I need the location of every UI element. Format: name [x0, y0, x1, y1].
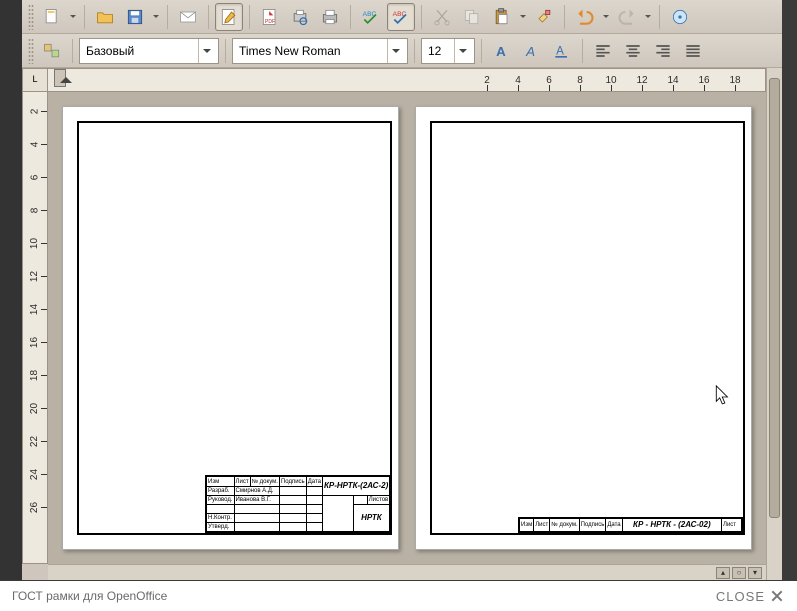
mail-button[interactable]: [174, 3, 202, 31]
open-button[interactable]: [91, 3, 119, 31]
close-button[interactable]: CLOSE: [716, 588, 785, 604]
vruler-tick: 10: [23, 234, 47, 252]
vruler-tick: 22: [23, 432, 47, 450]
align-left-button[interactable]: [589, 37, 617, 65]
font-name-value: Times New Roman: [239, 44, 341, 58]
svg-text:PDF: PDF: [265, 18, 275, 24]
vruler-tick: 26: [23, 498, 47, 516]
print-button[interactable]: [316, 3, 344, 31]
title-block-main: ИзмЛист№ докум.ПодписьДатаКР-НРТК-(2АС-2…: [205, 475, 390, 533]
svg-text:A: A: [496, 44, 506, 59]
vruler-tick: 6: [23, 168, 47, 186]
print-preview-button[interactable]: [286, 3, 314, 31]
new-document-dropdown[interactable]: [68, 3, 78, 31]
caption-text: ГОСТ рамки для OpenOffice: [12, 589, 167, 603]
save-dropdown[interactable]: [151, 3, 161, 31]
vruler-tick: 12: [23, 267, 47, 285]
vruler-tick: 16: [23, 333, 47, 351]
nav-prev-page[interactable]: ▴: [716, 567, 730, 579]
paste-button[interactable]: [488, 3, 516, 31]
italic-button[interactable]: A: [518, 37, 546, 65]
toolbar-grip[interactable]: [28, 38, 34, 64]
vruler-tick: 14: [23, 300, 47, 318]
standard-toolbar: PDF ABC ABC: [22, 0, 782, 34]
spellcheck-button[interactable]: ABC: [357, 3, 385, 31]
hruler-tick: 2: [478, 69, 496, 91]
edit-mode-button[interactable]: [215, 3, 243, 31]
new-document-button[interactable]: [38, 3, 66, 31]
hruler-tick: 10: [602, 69, 620, 91]
styles-window-button[interactable]: [38, 37, 66, 65]
undo-button[interactable]: [571, 3, 599, 31]
paragraph-style-value: Базовый: [86, 44, 134, 58]
close-label: CLOSE: [716, 589, 765, 604]
format-paintbrush-button[interactable]: [530, 3, 558, 31]
nav-browse[interactable]: ○: [732, 567, 746, 579]
bold-button[interactable]: A: [488, 37, 516, 65]
font-size-value: 12: [428, 44, 441, 58]
undo-dropdown[interactable]: [601, 3, 611, 31]
formatting-toolbar: Базовый Times New Roman 12 A A A: [22, 34, 782, 68]
scroll-thumb[interactable]: [769, 78, 780, 518]
navigator-button[interactable]: [666, 3, 694, 31]
vruler-tick: 2: [23, 102, 47, 120]
nav-next-page[interactable]: ▾: [748, 567, 762, 579]
cut-button[interactable]: [428, 3, 456, 31]
openoffice-window: PDF ABC ABC Базовый Times New Roman 12 A…: [22, 0, 782, 580]
hruler-tick: 14: [664, 69, 682, 91]
document-area[interactable]: ИзмЛист№ докум.ПодписьДатаКР-НРТК-(2АС-2…: [48, 92, 766, 564]
underline-button[interactable]: A: [548, 37, 576, 65]
align-right-button[interactable]: [649, 37, 677, 65]
vruler-tick: 4: [23, 135, 47, 153]
hruler-tick: 18: [726, 69, 744, 91]
page-2: ИзмЛист№ докум.ПодписьДатаКР - НРТК - (2…: [415, 106, 752, 550]
page-1: ИзмЛист№ докум.ПодписьДатаКР-НРТК-(2АС-2…: [62, 106, 399, 550]
ruler-corner: L: [22, 68, 48, 92]
hruler-tick: 8: [571, 69, 589, 91]
vertical-ruler[interactable]: 2468101214161820222426: [22, 92, 48, 564]
font-size-combo[interactable]: 12: [421, 38, 475, 64]
vruler-tick: 20: [23, 399, 47, 417]
vertical-scrollbar[interactable]: [766, 68, 782, 580]
redo-button[interactable]: [613, 3, 641, 31]
workspace: L 24681012141618 2468101214161820222426 …: [22, 68, 782, 580]
hruler-tick: 6: [540, 69, 558, 91]
font-name-combo[interactable]: Times New Roman: [232, 38, 408, 64]
gost-frame: ИзмЛист№ докум.ПодписьДатаКР - НРТК - (2…: [430, 121, 745, 535]
paste-dropdown[interactable]: [518, 3, 528, 31]
vruler-tick: 18: [23, 366, 47, 384]
autospell-button[interactable]: ABC: [387, 3, 415, 31]
hruler-tick: 12: [633, 69, 651, 91]
hruler-tick: 4: [509, 69, 527, 91]
redo-dropdown[interactable]: [643, 3, 653, 31]
gost-frame: ИзмЛист№ докум.ПодписьДатаКР-НРТК-(2АС-2…: [77, 121, 392, 535]
background-strip: [0, 0, 22, 580]
horizontal-ruler[interactable]: 2468 10 12 14 16 18: [48, 68, 766, 92]
vruler-tick: 8: [23, 201, 47, 219]
toolbar-grip[interactable]: [28, 4, 34, 30]
tab-marker[interactable]: [60, 71, 72, 83]
align-center-button[interactable]: [619, 37, 647, 65]
paragraph-style-combo[interactable]: Базовый: [79, 38, 219, 64]
copy-button[interactable]: [458, 3, 486, 31]
title-block-secondary: ИзмЛист№ докум.ПодписьДатаКР - НРТК - (2…: [518, 517, 743, 533]
caption-bar: ГОСТ рамки для OpenOffice CLOSE: [0, 581, 797, 611]
align-justify-button[interactable]: [679, 37, 707, 65]
svg-text:A: A: [525, 44, 535, 59]
vruler-tick: 24: [23, 465, 47, 483]
hruler-tick: 16: [695, 69, 713, 91]
horizontal-scrollbar[interactable]: ▴ ○ ▾: [48, 564, 766, 580]
save-button[interactable]: [121, 3, 149, 31]
export-pdf-button[interactable]: PDF: [256, 3, 284, 31]
svg-text:A: A: [556, 44, 564, 57]
close-icon: [769, 588, 785, 604]
